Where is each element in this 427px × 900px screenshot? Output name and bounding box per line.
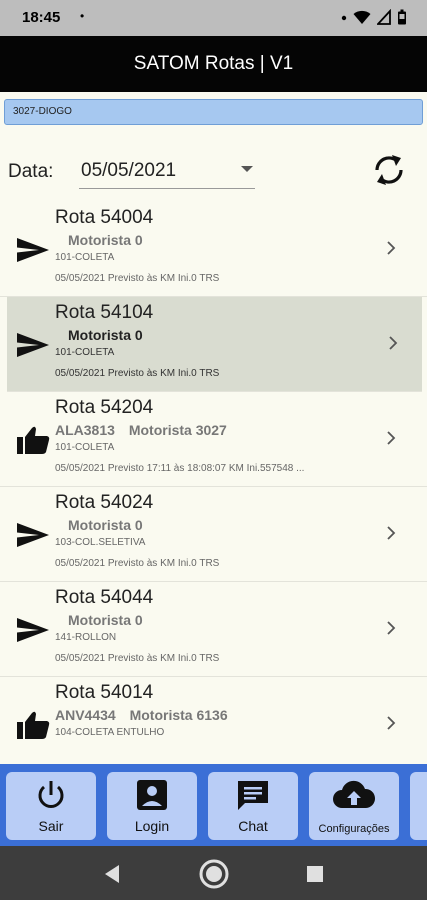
route-title: Rota 54004 <box>55 207 154 228</box>
route-driver: Motorista 6136 <box>129 707 228 723</box>
date-selector[interactable]: 05/05/2021 <box>79 150 255 189</box>
send-icon <box>16 330 50 360</box>
back-icon[interactable] <box>103 864 121 889</box>
route-item[interactable]: Rota 54044 Motorista 0 141-ROLLON 05/05/… <box>0 582 427 677</box>
battery-icon <box>397 9 407 30</box>
route-type: 101-COLETA <box>55 347 115 358</box>
nav-button-partial[interactable] <box>410 772 427 840</box>
route-title: Rota 54104 <box>55 302 154 323</box>
route-driver-line: Motorista 0 <box>55 612 143 628</box>
route-detail: 05/05/2021 Previsto às KM Ini.0 TRS <box>55 368 220 379</box>
refresh-icon <box>375 155 403 185</box>
route-detail: 05/05/2021 Previsto 17:11 às 18:08:07 KM… <box>55 463 305 474</box>
route-type: 103-COL.SELETIVA <box>55 537 146 548</box>
account-box-icon <box>137 780 167 810</box>
chevron-right-icon <box>387 335 399 351</box>
date-label: Data: <box>8 161 54 182</box>
route-title: Rota 54204 <box>55 397 154 418</box>
chat-label: Chat <box>238 818 268 834</box>
login-button[interactable]: Login <box>107 772 197 840</box>
chevron-right-icon <box>385 525 397 541</box>
chevron-right-icon <box>385 430 397 446</box>
dropdown-arrow-icon <box>241 166 253 172</box>
sair-button[interactable]: Sair <box>6 772 96 840</box>
refresh-button[interactable] <box>370 150 408 190</box>
route-item[interactable]: Rota 54204 ALA3813 Motorista 3027 101-CO… <box>0 392 427 487</box>
route-item-selected[interactable]: Rota 54104 Motorista 0 101-COLETA 05/05/… <box>7 297 422 392</box>
status-time: 18:45 <box>22 9 61 26</box>
route-driver-line: Motorista 0 <box>55 232 143 248</box>
app-bar: SATOM Rotas | V1 <box>0 36 427 92</box>
route-plate: ANV4434 <box>55 707 116 723</box>
route-driver-line: ALA3813 Motorista 3027 <box>55 422 227 438</box>
route-detail: 05/05/2021 Previsto às KM Ini.0 TRS <box>55 653 220 664</box>
wifi-icon <box>353 9 371 30</box>
send-icon <box>16 235 50 265</box>
dot-icon <box>341 9 347 30</box>
configuracoes-label: Configurações <box>318 823 390 835</box>
route-title: Rota 54024 <box>55 492 154 513</box>
route-plate: ALA3813 <box>55 422 115 438</box>
cloud-upload-icon <box>333 780 376 808</box>
route-item[interactable]: Rota 54004 Motorista 0 101-COLETA 05/05/… <box>0 202 427 297</box>
notification-dot: • <box>80 9 85 23</box>
chevron-right-icon <box>385 240 397 256</box>
route-title: Rota 54044 <box>55 587 154 608</box>
send-icon <box>16 615 50 645</box>
route-detail: 05/05/2021 Previsto às KM Ini.0 TRS <box>55 558 220 569</box>
sair-label: Sair <box>38 818 64 834</box>
route-driver: Motorista 3027 <box>128 422 227 438</box>
configuracoes-button[interactable]: Configurações <box>309 772 399 840</box>
thumbs-up-icon <box>16 425 50 455</box>
chevron-right-icon <box>385 715 397 731</box>
chat-button[interactable]: Chat <box>208 772 298 840</box>
route-driver: Motorista 0 <box>68 327 143 343</box>
power-icon <box>38 781 64 808</box>
route-list: Rota 54004 Motorista 0 101-COLETA 05/05/… <box>0 202 427 762</box>
system-nav-bar <box>0 846 427 900</box>
route-type: 141-ROLLON <box>55 632 117 643</box>
route-type: 104-COLETA ENTULHO <box>55 727 165 738</box>
date-value: 05/05/2021 <box>81 160 177 181</box>
route-type: 101-COLETA <box>55 252 115 263</box>
chevron-right-icon <box>385 620 397 636</box>
bottom-nav: Sair Login Chat Configurações <box>0 764 427 846</box>
route-driver-line: Motorista 0 <box>55 517 143 533</box>
status-icons <box>341 8 407 30</box>
route-item[interactable]: Rota 54014 ANV4434 Motorista 6136 104-CO… <box>0 677 427 762</box>
recents-icon[interactable] <box>306 865 324 888</box>
route-driver: Motorista 0 <box>68 232 143 248</box>
route-type: 101-COLETA <box>55 442 115 453</box>
route-driver: Motorista 0 <box>68 612 143 628</box>
user-chip: 3027-DIOGO <box>4 99 423 125</box>
route-title: Rota 54014 <box>55 682 154 703</box>
send-icon <box>16 520 50 550</box>
thumbs-up-icon <box>16 710 50 740</box>
date-row: Data: 05/05/2021 <box>0 150 427 195</box>
status-bar: 18:45 • <box>0 0 427 36</box>
app-title: SATOM Rotas | V1 <box>133 53 294 74</box>
route-detail: 05/05/2021 Previsto às KM Ini.0 TRS <box>55 273 220 284</box>
route-driver-line: Motorista 0 <box>55 327 143 343</box>
chat-icon <box>238 781 268 810</box>
route-driver: Motorista 0 <box>68 517 143 533</box>
signal-icon <box>375 8 391 30</box>
route-driver-line: ANV4434 Motorista 6136 <box>55 707 228 723</box>
home-icon[interactable] <box>198 858 230 895</box>
route-item[interactable]: Rota 54024 Motorista 0 103-COL.SELETIVA … <box>0 487 427 582</box>
login-label: Login <box>134 818 170 834</box>
